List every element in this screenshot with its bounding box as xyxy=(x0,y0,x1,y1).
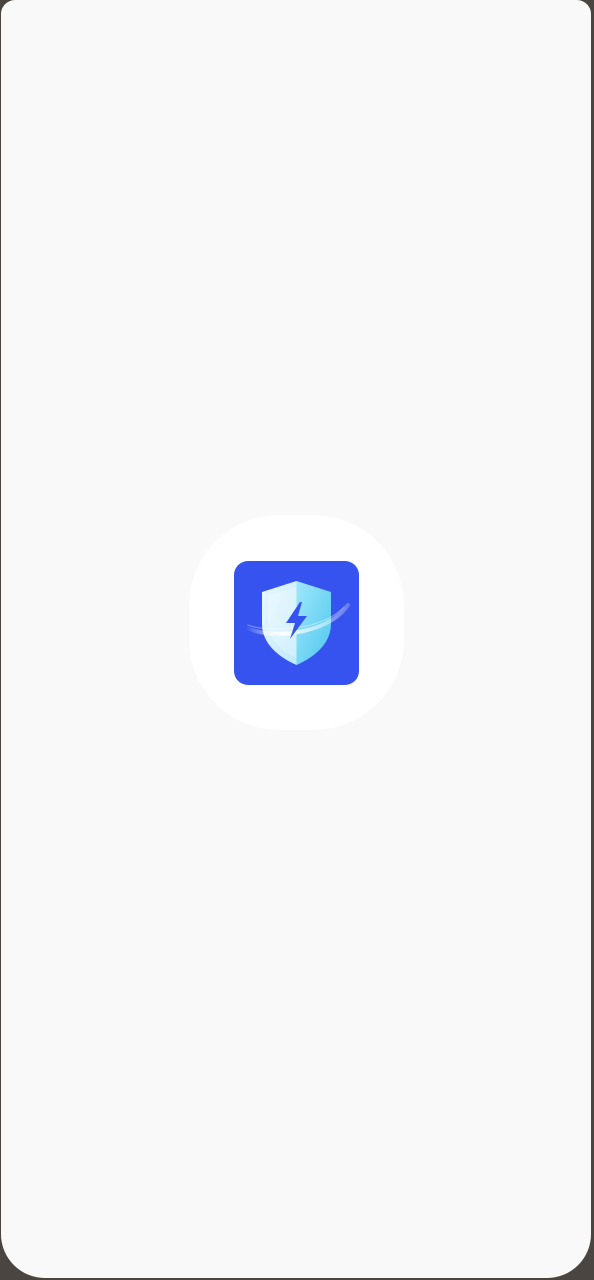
shield-lightning-icon xyxy=(244,581,350,665)
app-icon xyxy=(234,561,359,685)
splash-screen xyxy=(1,0,591,1278)
